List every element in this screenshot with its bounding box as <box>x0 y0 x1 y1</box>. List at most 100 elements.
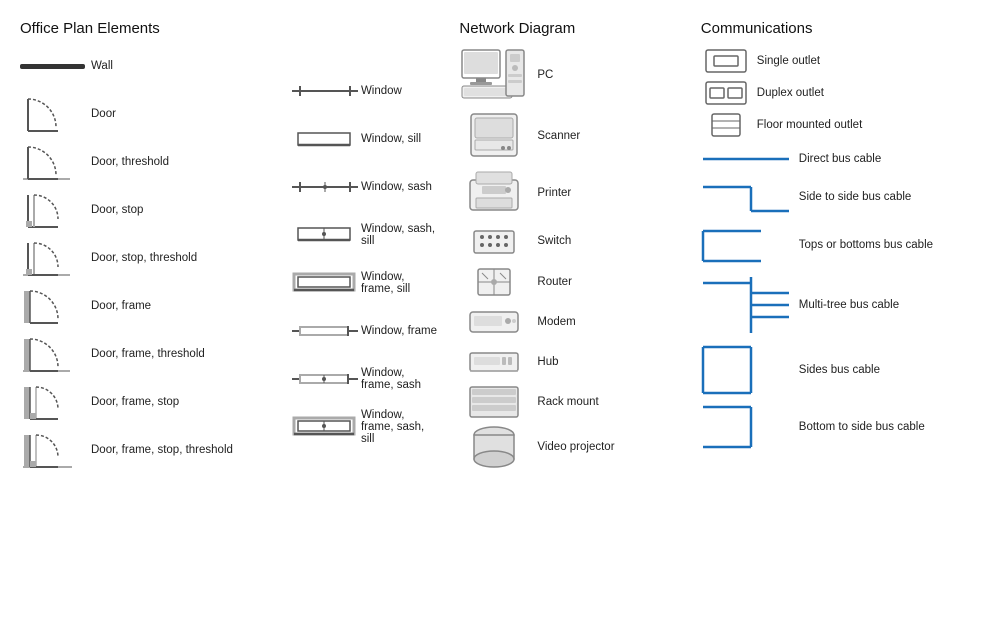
direct-bus-svg <box>701 151 791 167</box>
printer-svg <box>468 170 520 216</box>
wall-icon <box>20 64 85 69</box>
floor-outlet-row: Floor mounted outlet <box>701 111 990 139</box>
window-sash-row: Window, sash <box>290 168 439 206</box>
pc-label: PC <box>537 69 553 81</box>
door-stop-row: Door, stop <box>20 191 290 229</box>
window-sash-label: Window, sash <box>361 181 432 193</box>
pc-svg <box>460 48 528 102</box>
door-frame-label: Door, frame <box>91 300 151 312</box>
printer-icon <box>459 170 529 216</box>
hub-icon <box>459 349 529 375</box>
pc-row: PC <box>459 47 690 103</box>
door-frame-threshold-icon <box>20 335 85 373</box>
router-icon <box>459 265 529 299</box>
printer-label: Printer <box>537 187 571 199</box>
tops-bottoms-bus-row: Tops or bottoms bus cable <box>701 225 990 265</box>
comms-title: Communications <box>701 20 990 37</box>
door-frame-threshold-row: Door, frame, threshold <box>20 335 290 373</box>
door-row: Door <box>20 95 290 133</box>
door-frame-stop-label: Door, frame, stop <box>91 396 179 408</box>
sides-bus-row: Sides bus cable <box>701 345 990 395</box>
window-frame-sill-svg <box>290 272 360 294</box>
projector-svg <box>472 425 516 469</box>
wall-row: Wall <box>20 47 290 85</box>
direct-bus-label: Direct bus cable <box>799 153 881 165</box>
network-column: Network Diagram <box>439 20 690 629</box>
single-outlet-label: Single outlet <box>757 55 820 67</box>
floor-outlet-label: Floor mounted outlet <box>757 119 862 131</box>
window-svg <box>290 83 360 99</box>
window-frame-sash-row: Window, frame, sash <box>290 360 439 398</box>
window-frame-sash-sill-icon <box>290 416 355 438</box>
tops-bottoms-bus-label: Tops or bottoms bus cable <box>799 239 933 251</box>
window-sill-svg <box>290 129 360 149</box>
door-frame-threshold-label: Door, frame, threshold <box>91 348 205 360</box>
office-column: Office Plan Elements Wall Door <box>20 20 290 629</box>
scanner-row: Scanner <box>459 109 690 163</box>
door-stop-threshold-label: Door, stop, threshold <box>91 252 197 264</box>
window-frame-icon <box>290 323 355 339</box>
window-sash-sill-label: Window, sash, sill <box>361 223 439 247</box>
printer-row: Printer <box>459 169 690 217</box>
floor-outlet-icon <box>701 112 751 138</box>
window-frame-row: Window, frame <box>290 312 439 350</box>
door-frame-threshold-svg <box>20 335 75 373</box>
door-frame-svg <box>20 287 75 325</box>
side-to-side-bus-svg <box>701 179 791 215</box>
router-svg <box>474 265 514 299</box>
modem-label: Modem <box>537 316 575 328</box>
sides-bus-label: Sides bus cable <box>799 364 880 376</box>
door-threshold-row: Door, threshold <box>20 143 290 181</box>
projector-label: Video projector <box>537 441 614 453</box>
single-outlet-row: Single outlet <box>701 47 990 75</box>
floor-outlet-svg <box>708 112 744 138</box>
door-frame-row: Door, frame <box>20 287 290 325</box>
door-threshold-icon <box>20 143 85 181</box>
scanner-label: Scanner <box>537 130 580 142</box>
window-frame-sill-icon <box>290 272 355 294</box>
door-stop-threshold-icon <box>20 239 85 277</box>
hub-svg <box>468 349 520 375</box>
side-to-side-bus-label: Side to side bus cable <box>799 191 912 203</box>
projector-row: Video projector <box>459 425 690 469</box>
wall-line <box>20 64 85 69</box>
window-frame-svg <box>290 323 360 339</box>
window-sill-label: Window, sill <box>361 133 421 145</box>
door-stop-threshold-svg <box>20 239 75 277</box>
window-frame-sash-svg <box>290 371 360 387</box>
rack-row: Rack mount <box>459 385 690 419</box>
tops-bottoms-bus-svg <box>701 225 791 265</box>
window-frame-sash-icon <box>290 371 355 387</box>
door-frame-stop-threshold-row: Door, frame, stop, threshold <box>20 431 290 469</box>
window-sill-icon <box>290 129 355 149</box>
office-title: Office Plan Elements <box>20 20 290 37</box>
comms-column: Communications Single outlet Duplex outl… <box>691 20 990 629</box>
multi-tree-bus-label: Multi-tree bus cable <box>799 299 899 311</box>
door-frame-stop-threshold-icon <box>20 431 85 469</box>
bottom-to-side-bus-svg <box>701 405 791 449</box>
router-row: Router <box>459 265 690 299</box>
door-stop-svg <box>20 191 75 229</box>
window-sash-icon <box>290 179 355 195</box>
door-frame-stop-svg <box>20 383 75 421</box>
window-sash-sill-row: Window, sash, sill <box>290 216 439 254</box>
single-outlet-svg <box>704 48 748 74</box>
duplex-outlet-row: Duplex outlet <box>701 79 990 107</box>
door-stop-icon <box>20 191 85 229</box>
door-frame-stop-row: Door, frame, stop <box>20 383 290 421</box>
switch-icon <box>459 223 529 259</box>
window-frame-sill-label: Window, frame, sill <box>361 271 439 295</box>
door-svg <box>20 95 75 133</box>
duplex-outlet-label: Duplex outlet <box>757 87 824 99</box>
door-frame-icon <box>20 287 85 325</box>
multi-tree-bus-row: Multi-tree bus cable <box>701 275 990 335</box>
rack-icon <box>459 385 529 419</box>
hub-label: Hub <box>537 356 558 368</box>
window-sash-sill-icon <box>290 224 355 246</box>
window-sash-svg <box>290 179 360 195</box>
window-frame-label: Window, frame <box>361 325 437 337</box>
door-frame-stop-threshold-label: Door, frame, stop, threshold <box>91 444 233 456</box>
door-frame-stop-icon <box>20 383 85 421</box>
window-sash-sill-svg <box>290 224 360 246</box>
door-icon <box>20 95 85 133</box>
